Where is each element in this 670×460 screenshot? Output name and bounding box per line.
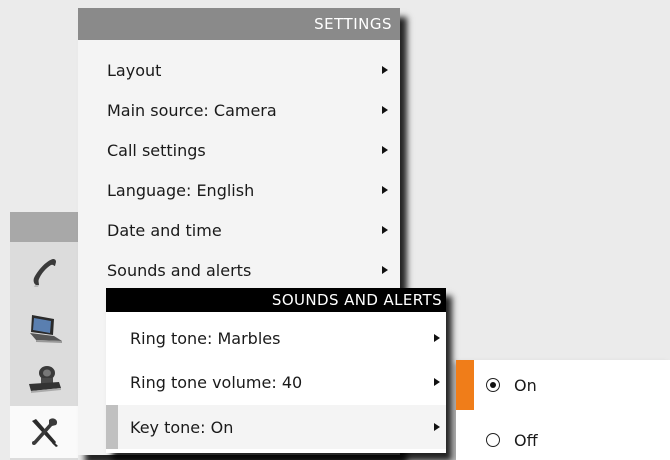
sounds-and-alerts-menu: SOUNDS AND ALERTS Ring tone: Marbles Rin… [106,288,446,453]
menu-item-label: Language: English [107,180,255,200]
sounds-menu-title: SOUNDS AND ALERTS [106,288,446,312]
submenu-arrow-icon [382,186,388,194]
submenu-arrow-icon [382,66,388,74]
sidebar-item-settings[interactable] [10,406,78,458]
menu-item-date-and-time[interactable]: Date and time [78,210,400,250]
menu-item-ring-tone[interactable]: Ring tone: Marbles [106,316,446,360]
option-label: On [514,375,537,395]
menu-item-ring-tone-volume[interactable]: Ring tone volume: 40 [106,360,446,404]
submenu-arrow-icon [382,106,388,114]
settings-menu-title: SETTINGS [78,8,400,40]
submenu-arrow-icon [382,226,388,234]
submenu-arrow-icon [382,266,388,274]
menu-item-label: Call settings [107,140,206,160]
phone-handset-icon [33,259,56,287]
menu-item-label: Sounds and alerts [107,260,252,280]
radio-unchecked-icon[interactable] [486,433,500,447]
option-off[interactable]: Off [456,415,670,460]
option-label: Off [514,430,538,450]
sidebar-header [10,212,78,242]
menu-item-sounds-and-alerts[interactable]: Sounds and alerts [78,250,400,290]
radio-checked-icon[interactable] [486,378,500,392]
sidebar-item-call[interactable] [10,246,78,298]
menu-item-main-source[interactable]: Main source: Camera [78,90,400,130]
selection-indicator [456,360,474,410]
option-on[interactable]: On [456,360,670,410]
submenu-arrow-icon [434,334,440,342]
menu-item-label: Date and time [107,220,222,240]
menu-item-language[interactable]: Language: English [78,170,400,210]
menu-item-call-settings[interactable]: Call settings [78,130,400,170]
menu-item-layout[interactable]: Layout [78,50,400,90]
key-tone-options: On Off [456,360,670,460]
submenu-arrow-icon [382,146,388,154]
tools-icon [32,418,58,447]
menu-item-label: Layout [107,60,162,80]
menu-item-label: Ring tone volume: 40 [130,372,303,392]
camera-icon [29,366,61,393]
sidebar-item-camera[interactable] [10,354,78,406]
sidebar-item-presentation[interactable] [10,302,78,354]
laptop-icon [30,315,62,343]
sidebar [10,212,78,460]
menu-item-label: Ring tone: Marbles [130,328,281,348]
menu-item-label: Key tone: On [130,417,234,437]
submenu-arrow-icon [434,378,440,386]
menu-item-label: Main source: Camera [107,100,277,120]
submenu-arrow-icon [434,423,440,431]
menu-item-key-tone[interactable]: Key tone: On [106,405,446,449]
